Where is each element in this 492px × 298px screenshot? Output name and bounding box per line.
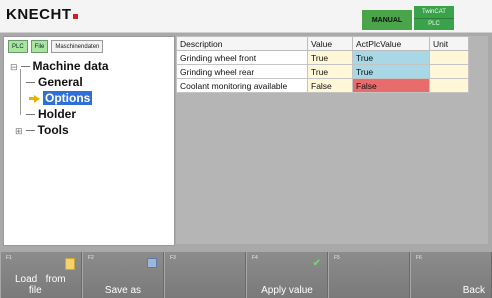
cell-value[interactable]: True <box>307 64 353 79</box>
col-value-header[interactable]: Value <box>307 36 353 51</box>
cell-description: Coolant monitoring available <box>176 78 308 93</box>
mode-badge: MANUAL <box>362 10 412 30</box>
options-table: Description Value ActPlcValue Unit Grind… <box>176 36 469 93</box>
col-description-header[interactable]: Description <box>176 36 308 51</box>
save-icon <box>147 258 157 268</box>
tree-item-holder[interactable]: Holder <box>23 107 76 121</box>
tree-root-machine-data[interactable]: ⊟ Machine data <box>10 59 109 73</box>
twincat-line1: TwinCAT <box>414 6 454 19</box>
check-icon: ✔ <box>312 258 321 269</box>
logo-dot <box>72 14 78 19</box>
tree-item-tools[interactable]: ⊞ Tools <box>15 123 69 137</box>
f6-back-button[interactable]: F6 Back <box>410 252 492 298</box>
cell-actplcvalue-mismatch: False <box>352 78 430 93</box>
twincat-status: TwinCAT PLC <box>414 6 454 30</box>
fkey-label: Save as <box>104 285 142 296</box>
fkey-number: F6 <box>416 255 422 261</box>
tag-maschinendaten: Maschinendaten <box>51 40 104 53</box>
options-table-panel: Description Value ActPlcValue Unit Grind… <box>176 36 488 244</box>
table-header-row: Description Value ActPlcValue Unit <box>176 36 469 51</box>
col-actplcvalue-header[interactable]: ActPlcValue <box>352 36 430 51</box>
source-tags: PLC File Maschinendaten <box>8 40 104 53</box>
knecht-logo: KNECHT <box>6 6 78 23</box>
tree-root-label: Machine data <box>32 59 109 73</box>
tag-plc[interactable]: PLC <box>8 40 28 53</box>
cell-description: Grinding wheel rear <box>176 64 308 79</box>
tree-item-label-selected: Options <box>43 91 93 105</box>
fkey-number: F4 <box>252 255 258 261</box>
table-row[interactable]: Grinding wheel rear True True <box>176 64 469 79</box>
fkey-label: Back <box>462 285 485 296</box>
fkey-number: F2 <box>88 255 94 261</box>
tag-file[interactable]: File <box>30 40 49 53</box>
tree-item-label: Tools <box>37 123 69 137</box>
tree-connector-root <box>20 66 30 68</box>
f1-load-from-file-button[interactable]: F1 Load from file <box>0 252 82 298</box>
tree-vertical-line <box>20 69 21 115</box>
tree-item-label: Holder <box>38 107 77 121</box>
tree-connector-tools <box>25 130 35 132</box>
expand-icon[interactable]: ⊞ <box>15 126 23 136</box>
tree-connector-holder <box>26 114 35 116</box>
cell-unit <box>429 50 469 65</box>
f2-save-as-button[interactable]: F2 Save as <box>82 252 164 298</box>
function-key-bar: F1 Load from file F2 Save as F3 F4 ✔ App… <box>0 252 492 298</box>
tree-connector-general <box>26 82 35 84</box>
cell-value[interactable]: True <box>307 50 353 65</box>
cell-description: Grinding wheel front <box>176 50 308 65</box>
cell-actplcvalue: True <box>352 50 430 65</box>
twincat-line2: PLC <box>428 21 440 28</box>
fkey-number: F5 <box>334 255 340 261</box>
fkey-label: Apply value <box>261 285 313 296</box>
mode-label: MANUAL <box>371 16 403 24</box>
fkey-number: F3 <box>170 255 176 261</box>
collapse-icon[interactable]: ⊟ <box>10 62 18 72</box>
arrow-right-icon <box>34 94 40 103</box>
f4-apply-value-button[interactable]: F4 ✔ Apply value <box>246 252 328 298</box>
table-row[interactable]: Coolant monitoring available False False <box>176 78 469 93</box>
f3-button[interactable]: F3 <box>164 252 246 298</box>
cell-unit <box>429 78 469 93</box>
tree-item-general[interactable]: General <box>23 75 83 89</box>
cell-value[interactable]: False <box>307 78 353 93</box>
tree-item-options[interactable]: Options <box>23 91 93 105</box>
table-row[interactable]: Grinding wheel front True True <box>176 50 469 65</box>
cell-actplcvalue: True <box>352 64 430 79</box>
logo-text: KNECHT <box>6 6 72 23</box>
col-unit-header[interactable]: Unit <box>429 36 469 51</box>
fkey-label: Load from file <box>15 274 66 296</box>
machine-data-tree-panel: PLC File Maschinendaten ⊟ Machine data Ge… <box>3 36 175 246</box>
fkey-number: F1 <box>6 255 12 261</box>
f5-button[interactable]: F5 <box>328 252 410 298</box>
file-icon <box>65 258 75 270</box>
tree-item-label: General <box>38 75 83 89</box>
cell-unit <box>429 64 469 79</box>
app-header: KNECHT MANUAL TwinCAT PLC <box>0 0 492 33</box>
